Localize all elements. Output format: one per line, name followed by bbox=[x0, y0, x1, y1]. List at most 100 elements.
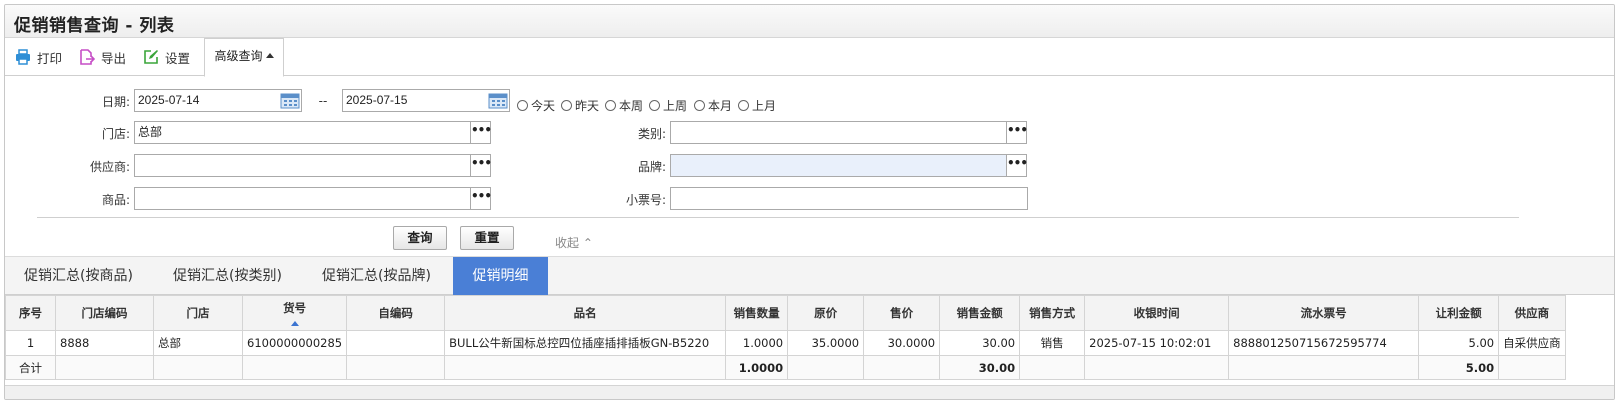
tab-summary-by-category[interactable]: 促销汇总(按类别) bbox=[173, 257, 282, 295]
receipt-input[interactable] bbox=[670, 187, 1028, 210]
total-qty: 1.0000 bbox=[725, 355, 789, 380]
total-discount: 5.00 bbox=[1418, 355, 1500, 380]
radio-this-week[interactable]: 本周 bbox=[605, 97, 643, 114]
advanced-query-label: 高级查询 bbox=[214, 49, 263, 63]
window: 促销销售查询 - 列表 打印 导出 设置 高级查询 日期: 2025-07-14… bbox=[4, 4, 1615, 400]
export-label: 导出 bbox=[101, 50, 127, 66]
cell: 35.0000 bbox=[787, 330, 865, 356]
radio-circle[interactable] bbox=[649, 100, 660, 111]
cell: 1 bbox=[5, 330, 56, 356]
col-header[interactable]: 自编码 bbox=[346, 295, 446, 331]
detail-table: 序号 门店编码 门店 货号 自编码 品名 销售数量 原价 售价 销售金额 销售方… bbox=[5, 295, 1566, 380]
cell: 888801250715672595774 bbox=[1228, 330, 1420, 356]
col-header-label: 货号 bbox=[283, 301, 307, 315]
cell: BULL公牛新国标总控四位插座插排插板GN-B5220 bbox=[444, 330, 727, 356]
export-icon bbox=[80, 49, 95, 65]
radio-circle[interactable] bbox=[694, 100, 705, 111]
table-row[interactable]: 1 8888 总部 6100000000285 BULL公牛新国标总控四位插座插… bbox=[5, 330, 1566, 356]
cell bbox=[346, 330, 446, 356]
cell bbox=[153, 355, 243, 380]
advanced-query-tab[interactable]: 高级查询 bbox=[204, 38, 284, 77]
edit-settings-icon bbox=[144, 50, 158, 64]
reset-button[interactable]: 重置 bbox=[460, 226, 514, 250]
settings-label: 设置 bbox=[165, 50, 191, 66]
radio-label: 上周 bbox=[663, 99, 688, 113]
col-header-sorted[interactable]: 货号 bbox=[241, 295, 348, 331]
date-to-input[interactable]: 2025-07-15 bbox=[342, 89, 510, 112]
query-button[interactable]: 查询 bbox=[393, 226, 447, 250]
radio-last-month[interactable]: 上月 bbox=[738, 97, 776, 114]
radio-last-week[interactable]: 上周 bbox=[649, 97, 687, 114]
col-header[interactable]: 序号 bbox=[5, 295, 56, 331]
printer-icon bbox=[16, 49, 30, 65]
radio-label: 上月 bbox=[752, 99, 777, 113]
col-header[interactable]: 销售方式 bbox=[1019, 295, 1086, 331]
col-header[interactable]: 供应商 bbox=[1498, 295, 1566, 331]
table-header-row: 序号 门店编码 门店 货号 自编码 品名 销售数量 原价 售价 销售金额 销售方… bbox=[5, 295, 1566, 331]
col-header[interactable]: 销售金额 bbox=[939, 295, 1021, 331]
col-header[interactable]: 收银时间 bbox=[1084, 295, 1230, 331]
category-label: 类别: bbox=[637, 127, 666, 141]
print-label: 打印 bbox=[37, 50, 63, 66]
col-header[interactable]: 让利金额 bbox=[1418, 295, 1500, 331]
cell: 8888 bbox=[55, 330, 154, 356]
store-label: 门店: bbox=[101, 127, 130, 141]
tab-detail[interactable]: 促销明细 bbox=[453, 257, 548, 295]
cell bbox=[1084, 355, 1230, 380]
radio-this-month[interactable]: 本月 bbox=[694, 97, 732, 114]
export-button[interactable]: 导出 bbox=[79, 47, 126, 67]
brand-label: 品牌: bbox=[637, 160, 666, 174]
totals-label: 合计 bbox=[5, 355, 56, 380]
brand-input[interactable] bbox=[670, 154, 1007, 177]
cell: 1.0000 bbox=[725, 330, 789, 356]
totals-row: 合计 1.0000 30.00 5.00 bbox=[5, 355, 1566, 380]
brand-picker-button[interactable]: ••• bbox=[1006, 154, 1028, 177]
radio-circle[interactable] bbox=[605, 100, 616, 111]
cell: 30.00 bbox=[939, 330, 1021, 356]
print-button[interactable]: 打印 bbox=[15, 47, 62, 67]
category-input[interactable] bbox=[670, 121, 1007, 144]
date-from-input[interactable]: 2025-07-14 bbox=[134, 89, 302, 112]
cell bbox=[1019, 355, 1086, 380]
supplier-label: 供应商: bbox=[89, 160, 130, 174]
col-header[interactable]: 售价 bbox=[863, 295, 941, 331]
cell bbox=[55, 355, 154, 380]
col-header[interactable]: 销售数量 bbox=[725, 295, 789, 331]
supplier-picker-button[interactable]: ••• bbox=[470, 154, 492, 177]
col-header[interactable]: 原价 bbox=[787, 295, 865, 331]
caret-up-icon bbox=[265, 53, 274, 58]
sort-ascending-icon bbox=[290, 321, 299, 326]
calendar-icon[interactable] bbox=[488, 92, 508, 109]
product-input[interactable] bbox=[134, 187, 471, 210]
supplier-input[interactable] bbox=[134, 154, 471, 177]
cell bbox=[1228, 355, 1420, 380]
toolbar: 打印 导出 设置 高级查询 bbox=[5, 38, 1614, 77]
page-title: 促销销售查询 - 列表 bbox=[14, 16, 175, 36]
cell bbox=[787, 355, 865, 380]
collapse-link[interactable]: 收起 ⌃ bbox=[555, 234, 593, 251]
radio-today[interactable]: 今天 bbox=[517, 97, 555, 114]
store-picker-button[interactable]: ••• bbox=[470, 121, 492, 144]
divider bbox=[37, 217, 1519, 218]
category-picker-button[interactable]: ••• bbox=[1006, 121, 1028, 144]
settings-button[interactable]: 设置 bbox=[143, 47, 190, 67]
col-header[interactable]: 流水票号 bbox=[1228, 295, 1420, 331]
cell: 30.0000 bbox=[863, 330, 941, 356]
cell bbox=[1498, 355, 1566, 380]
tab-summary-by-product[interactable]: 促销汇总(按商品) bbox=[24, 257, 133, 295]
total-amount: 30.00 bbox=[939, 355, 1021, 380]
product-picker-button[interactable]: ••• bbox=[470, 187, 492, 210]
col-header[interactable]: 品名 bbox=[444, 295, 727, 331]
horizontal-scrollbar[interactable] bbox=[5, 385, 1614, 399]
calendar-icon[interactable] bbox=[280, 92, 300, 109]
col-header[interactable]: 门店编码 bbox=[55, 295, 154, 331]
radio-circle[interactable] bbox=[517, 100, 528, 111]
store-input[interactable]: 总部 bbox=[134, 121, 471, 144]
col-header[interactable]: 门店 bbox=[153, 295, 243, 331]
cell: 自采供应商 bbox=[1498, 330, 1566, 356]
radio-yesterday[interactable]: 昨天 bbox=[561, 97, 599, 114]
radio-circle[interactable] bbox=[561, 100, 572, 111]
radio-circle[interactable] bbox=[738, 100, 749, 111]
date-label: 日期: bbox=[101, 95, 130, 109]
tab-summary-by-brand[interactable]: 促销汇总(按品牌) bbox=[322, 257, 431, 295]
